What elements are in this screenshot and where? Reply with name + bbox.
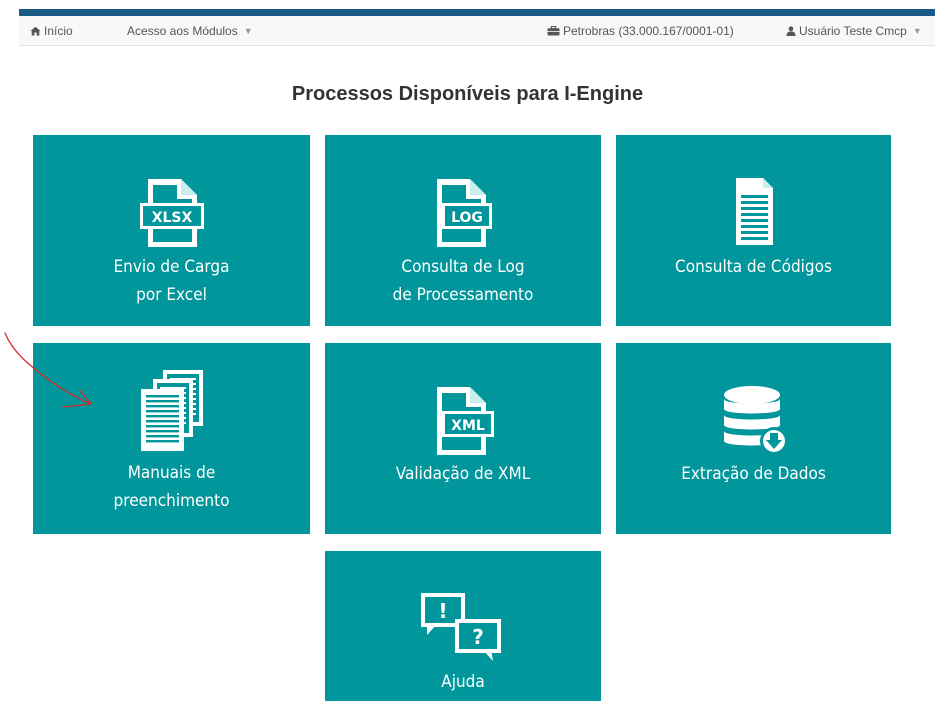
xlsx-file-icon: XLSX (33, 177, 310, 249)
tile-label-line1: Extração de Dados (681, 464, 826, 484)
nav-user-dropdown[interactable]: Usuário Teste Cmcp ▼ (786, 16, 922, 46)
exclamation-text: ! (438, 599, 447, 623)
user-icon (786, 26, 796, 36)
nav-home-label: Início (44, 23, 73, 38)
tile-ajuda[interactable]: ! ? Ajuda (325, 551, 601, 701)
nav-company-link[interactable]: Petrobras (33.000.167/0001-01) (547, 16, 734, 46)
help-chat-icon: ! ? (325, 591, 601, 661)
tile-extracao-dados[interactable]: Extração de Dados (616, 343, 891, 534)
question-text: ? (472, 625, 484, 649)
tile-label-line1: Consulta de Log (401, 257, 525, 277)
nav-home-link[interactable]: Início (30, 16, 73, 46)
tile-label-line2: de Processamento (392, 285, 534, 305)
navbar: Início Acesso aos Módulos ▼ Petrobras (3… (19, 16, 935, 46)
document-icon (616, 177, 891, 247)
page-title: Processos Disponíveis para I-Engine (291, 83, 644, 105)
tile-label-line1: Validação de XML (395, 464, 531, 484)
tile-consulta-log[interactable]: LOG Consulta de Log de Processamento (325, 135, 601, 326)
xml-badge-text: XML (451, 418, 485, 434)
xml-file-icon: XML (325, 385, 601, 457)
caret-down-icon: ▼ (243, 25, 253, 36)
tile-label-line1: Envio de Carga (113, 257, 230, 277)
tile-validacao-xml[interactable]: XML Validação de XML (325, 343, 601, 534)
nav-modules-label: Acesso aos Módulos (127, 23, 238, 38)
log-file-icon: LOG (325, 177, 601, 249)
nav-company-label: Petrobras (33.000.167/0001-01) (563, 23, 734, 38)
xlsx-badge-text: XLSX (151, 210, 192, 226)
annotation-arrow-icon (4, 332, 92, 408)
tile-label-line2: por Excel (136, 285, 207, 305)
home-icon (30, 26, 41, 36)
log-badge-text: LOG (451, 210, 483, 226)
tile-label-line1: Consulta de Códigos (675, 257, 832, 277)
tile-envio-carga-excel[interactable]: XLSX Envio de Carga por Excel (33, 135, 310, 326)
briefcase-icon (547, 26, 560, 36)
nav-modules-dropdown[interactable]: Acesso aos Módulos ▼ (127, 16, 253, 46)
tile-label-line2: preenchimento (113, 491, 230, 511)
tile-label-line1: Ajuda (441, 672, 485, 692)
database-download-icon (616, 385, 891, 457)
tile-consulta-codigos[interactable]: Consulta de Códigos (616, 135, 891, 326)
caret-down-icon: ▼ (912, 25, 922, 36)
tile-label-line1: Manuais de (127, 463, 216, 483)
nav-user-label: Usuário Teste Cmcp (799, 23, 907, 38)
